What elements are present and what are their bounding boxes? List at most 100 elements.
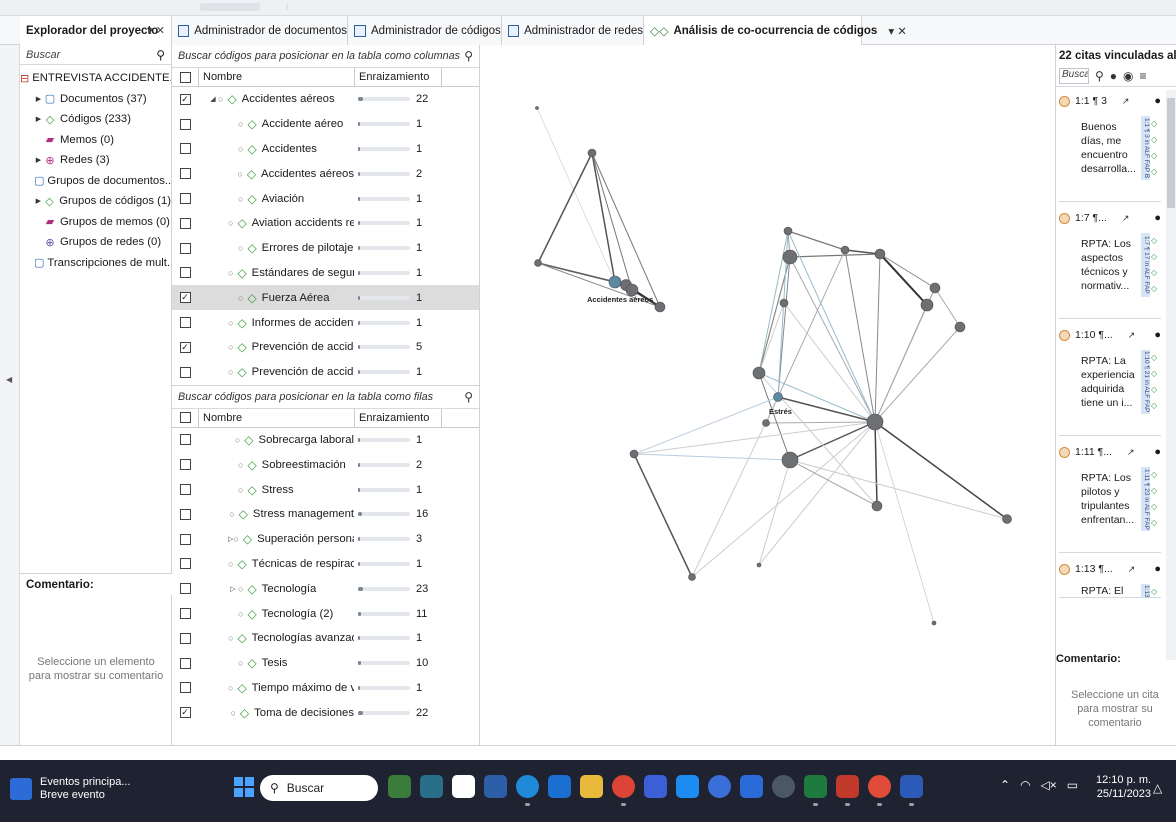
explorer-search-input[interactable]: Buscar	[26, 49, 60, 61]
open-quote-icon[interactable]: ↗	[1122, 213, 1130, 224]
tray-chevron-icon[interactable]: ⌃	[1000, 778, 1010, 792]
table-row[interactable]: ○ ◇ Aviación 1	[172, 186, 479, 211]
network-node[interactable]	[779, 298, 789, 308]
row-checkbox[interactable]	[179, 533, 191, 545]
row-checkbox[interactable]	[179, 317, 191, 329]
open-quote-icon[interactable]: ↗	[1122, 96, 1130, 107]
eye-icon[interactable]: ◉	[1123, 69, 1133, 83]
network-node[interactable]	[752, 366, 766, 380]
table-row[interactable]: ○◇ Prevención de accide... 1	[172, 360, 479, 385]
panel-menu-close-controls[interactable]: ▾ ✕	[147, 24, 165, 37]
row-checkbox[interactable]	[179, 217, 191, 229]
network-node[interactable]	[535, 106, 539, 110]
row-checkbox[interactable]	[179, 459, 191, 471]
network-node[interactable]	[534, 259, 542, 267]
table-row[interactable]: ○ ◇ Accidentes 1	[172, 137, 479, 162]
tab-cooccurrence-analysis[interactable]: ◇◇ Análisis de co-ocurrencia de códigos …	[644, 16, 907, 45]
tree-item[interactable]: ▰ Memos (0)	[20, 130, 171, 151]
tree-item[interactable]: ▢ Transcripciones de mult...	[20, 253, 171, 274]
quotation-card[interactable]: 1:10 ¶... ↗ ● RPTA: La experiencia adquirid…	[1059, 324, 1161, 436]
teams-app-icon[interactable]	[484, 775, 507, 798]
network-node[interactable]	[773, 392, 783, 402]
network-node[interactable]	[688, 573, 696, 581]
table-row[interactable]: ○ ◇ Sobrecarga laboral 1	[172, 428, 479, 453]
network-node[interactable]	[866, 413, 884, 431]
edge-browser-icon[interactable]	[516, 775, 539, 806]
table-row[interactable]: ○ ◇ Accidente aéreo 1	[172, 112, 479, 137]
open-quote-icon[interactable]: ↗	[1128, 330, 1136, 341]
tree-item[interactable]: ▶ ▢ Documentos (37)	[20, 89, 171, 110]
row-checkbox[interactable]: ✓	[179, 341, 191, 353]
cooccurrence-network-canvas[interactable]: Accidentes aéreos Estrés	[480, 45, 1055, 745]
select-all-checkbox[interactable]	[179, 412, 191, 424]
tree-item[interactable]: ▰ Grupos de memos (0)	[20, 212, 171, 233]
columns-search[interactable]: Buscar códigos para posicionar en la tab…	[172, 45, 479, 68]
table-row[interactable]: ○◇ Aviation accidents res... 1	[172, 211, 479, 236]
quotation-card[interactable]: 1:1 ¶ 3 ↗ ● Buenos días, me encuentro desar…	[1059, 90, 1161, 202]
quotation-card[interactable]: 1:13 ¶... ↗ ● RPTA: El 1:13 ◇	[1059, 558, 1161, 598]
open-quote-icon[interactable]: ↗	[1128, 564, 1136, 575]
column-header-name[interactable]: Nombre	[198, 68, 354, 86]
table-row[interactable]: ○ ◇ Stress management 16	[172, 502, 479, 527]
remote-app-icon[interactable]	[740, 775, 763, 798]
chrome-browser-icon[interactable]	[612, 775, 635, 806]
search-icon[interactable]: ⚲	[464, 49, 473, 63]
column-header-grounding[interactable]: Enraizamiento	[354, 68, 442, 86]
tab-code-manager[interactable]: Administrador de códigos	[348, 16, 502, 45]
excel-app-icon[interactable]	[804, 775, 827, 806]
network-node[interactable]	[783, 226, 793, 236]
wifi-icon[interactable]: ◠	[1020, 778, 1030, 792]
network-node[interactable]	[654, 301, 666, 313]
expand-arrow-icon[interactable]: ▶	[34, 197, 43, 205]
row-checkbox[interactable]	[179, 682, 191, 694]
pin-icon[interactable]: ●	[1154, 563, 1161, 575]
table-row[interactable]: ✓ ○◇ Prevención de accide... 5	[172, 335, 479, 360]
quotation-card[interactable]: 1:7 ¶... ↗ ● RPTA: Los aspectos técnicos y …	[1059, 207, 1161, 319]
table-row[interactable]: ○ ◇ Accidentes aéreos 2	[172, 161, 479, 186]
menu-icon[interactable]: ≡	[1140, 69, 1147, 83]
widgets-app-icon[interactable]	[420, 775, 443, 798]
network-node[interactable]	[874, 248, 886, 260]
table-row[interactable]: ○◇ Estándares de segurid... 1	[172, 261, 479, 286]
search-icon[interactable]: ⚲	[464, 390, 473, 404]
network-node[interactable]	[1002, 514, 1012, 524]
table-row[interactable]: ○◇ Tecnologías avanzadas 1	[172, 626, 479, 651]
row-checkbox[interactable]: ✓	[179, 707, 191, 719]
row-header-name[interactable]: Nombre	[198, 408, 354, 427]
pin-icon[interactable]: ●	[1154, 329, 1161, 341]
row-checkbox[interactable]	[179, 508, 191, 520]
quotations-scrollbar[interactable]	[1166, 90, 1176, 660]
network-node[interactable]	[756, 562, 762, 568]
tree-item[interactable]: ▶ ◇ Grupos de códigos (1)	[20, 191, 171, 212]
network-node[interactable]	[840, 245, 850, 255]
network-node[interactable]	[920, 298, 934, 312]
row-checkbox[interactable]	[179, 168, 191, 180]
table-row[interactable]: ○◇ Informes de accidentes 1	[172, 310, 479, 335]
network-node[interactable]	[929, 282, 941, 294]
battery-icon[interactable]: ▭	[1067, 778, 1078, 792]
table-row[interactable]: ○ ◇ Errores de pilotaje 1	[172, 236, 479, 261]
row-checkbox[interactable]	[179, 143, 191, 155]
pin-icon[interactable]: ●	[1154, 95, 1161, 107]
row-checkbox[interactable]	[179, 484, 191, 496]
tree-item[interactable]: ▶ ⊕ Redes (3)	[20, 150, 171, 171]
row-checkbox[interactable]	[179, 118, 191, 130]
network-node[interactable]	[954, 321, 966, 333]
store-app-icon[interactable]	[644, 775, 667, 798]
notes-app-icon[interactable]	[452, 775, 475, 798]
tree-item[interactable]: ▢ Grupos de documentos...	[20, 171, 171, 192]
quotations-search-input[interactable]: Buscar	[1059, 67, 1089, 84]
network-node[interactable]	[629, 449, 639, 459]
pin-icon[interactable]: ●	[1154, 446, 1161, 458]
row-checkbox[interactable]: ✓	[179, 292, 191, 304]
network-node[interactable]	[782, 249, 798, 265]
network-node[interactable]	[931, 620, 937, 626]
expand-arrow-icon[interactable]: ▷	[228, 585, 238, 593]
table-row[interactable]: ○ ◇ Sobreestimación 2	[172, 452, 479, 477]
rows-search[interactable]: Buscar códigos para posicionar en la tab…	[172, 386, 479, 409]
expand-arrow-icon[interactable]: ◢	[208, 95, 218, 103]
taskbar-search[interactable]: ⚲ Buscar	[260, 775, 378, 801]
game-app-icon[interactable]	[388, 775, 411, 798]
search-icon[interactable]: ⚲	[156, 48, 165, 62]
table-row[interactable]: ✓ ○ ◇ Fuerza Aérea 1	[172, 285, 479, 311]
